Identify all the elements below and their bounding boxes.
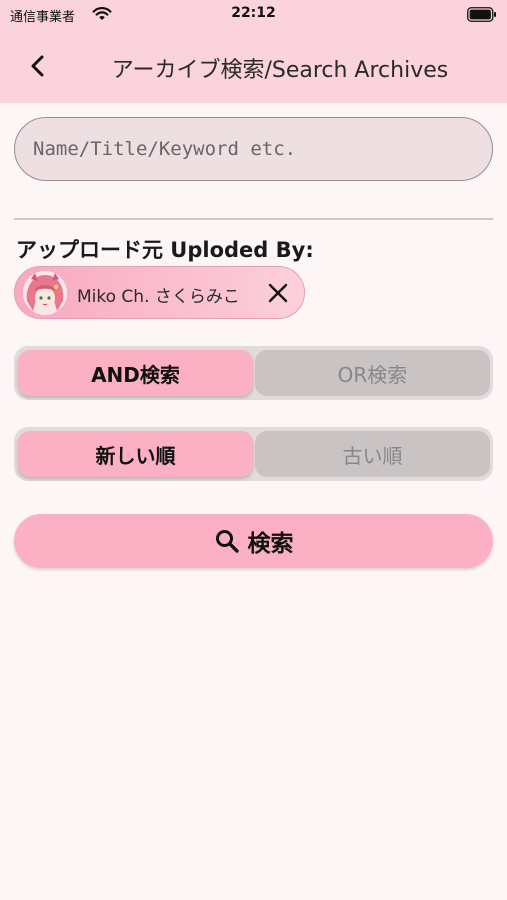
status-time: 22:12 [231, 5, 276, 21]
remove-uploader-button[interactable] [265, 280, 291, 306]
page-title: アーカイブ検索/Search Archives [111, 58, 449, 83]
back-button[interactable] [22, 48, 56, 84]
search-button-label: 検索 [247, 531, 294, 557]
uploader-chip-label: Miko Ch. さくらみこ [77, 287, 240, 307]
search-input[interactable] [14, 117, 493, 181]
or-search-option[interactable]: OR検索 [255, 350, 490, 396]
newest-first-option[interactable]: 新しい順 [18, 431, 253, 477]
avatar-image [23, 271, 67, 315]
chevron-left-icon [31, 55, 44, 77]
sort-order-segmented-control: 新しい順 古い順 [14, 427, 493, 481]
search-button[interactable]: 検索 [14, 514, 493, 568]
search-icon [215, 530, 239, 553]
avatar [23, 271, 67, 315]
and-search-option[interactable]: AND検索 [18, 350, 253, 396]
oldest-first-option[interactable]: 古い順 [255, 431, 490, 477]
uploader-chip[interactable]: Miko Ch. さくらみこ [14, 266, 305, 319]
close-icon [268, 283, 288, 303]
battery-icon [467, 7, 496, 22]
divider [14, 218, 493, 220]
navigation-header: 通信事業者 22:12 アーカイブ検索/Search Archives [0, 0, 507, 103]
match-mode-segmented-control: AND検索 OR検索 [14, 346, 493, 400]
uploader-heading: アップロード元 Uploded By: [16, 238, 314, 262]
